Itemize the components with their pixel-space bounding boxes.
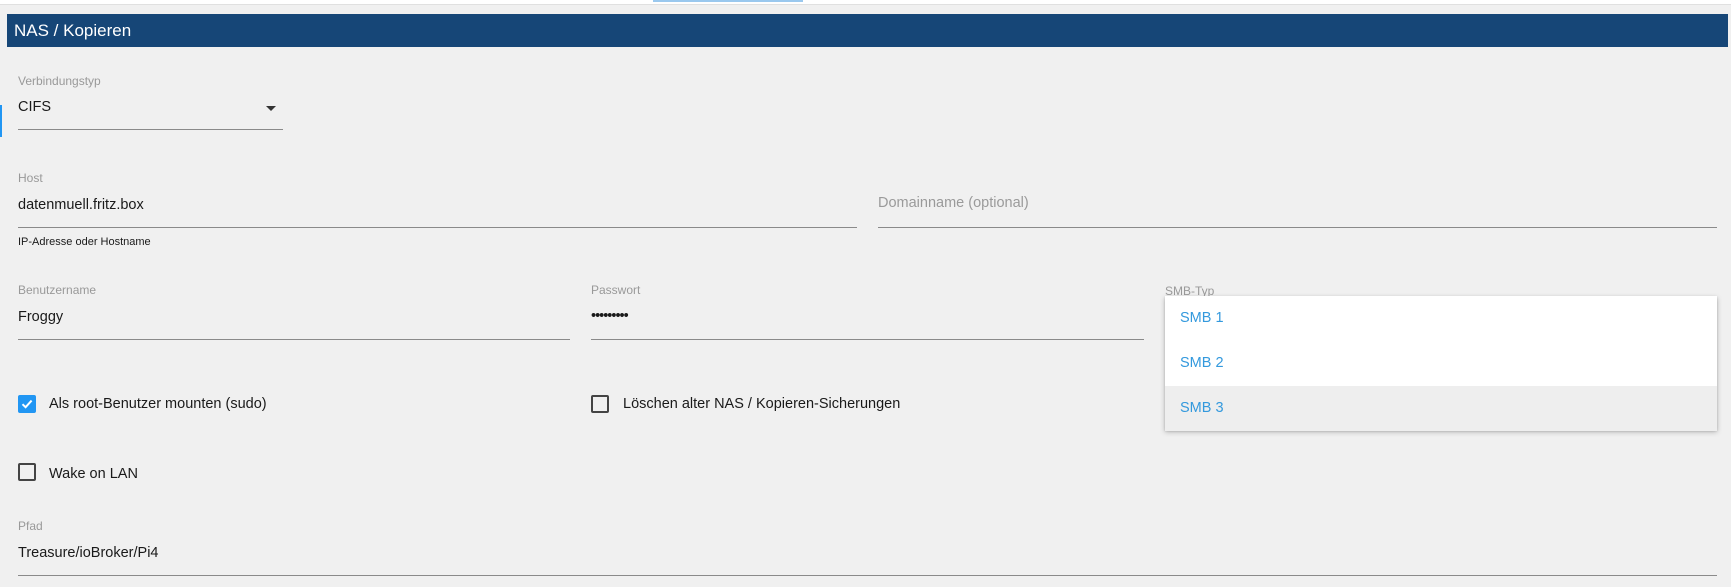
wake-on-lan-label[interactable]: Wake on LAN xyxy=(49,466,138,482)
domain-underline xyxy=(878,227,1717,228)
connection-type-value: CIFS xyxy=(18,99,52,115)
tab-bar xyxy=(0,0,1731,5)
checkmark-icon xyxy=(21,399,33,409)
nas-copy-settings-page: NAS / Kopieren Verbindungstyp CIFS Host … xyxy=(0,0,1731,587)
host-label: Host xyxy=(18,171,43,185)
path-underline xyxy=(18,575,1717,576)
connection-type-label: Verbindungstyp xyxy=(18,74,101,88)
wake-on-lan-checkbox[interactable] xyxy=(18,463,36,481)
host-input[interactable]: datenmuell.fritz.box xyxy=(18,197,144,213)
sudo-checkbox[interactable] xyxy=(18,395,36,413)
sudo-checkbox-label[interactable]: Als root-Benutzer mounten (sudo) xyxy=(49,396,267,412)
smb-type-dropdown-menu: SMB 1 SMB 2 SMB 3 xyxy=(1165,296,1717,431)
username-underline xyxy=(18,339,570,340)
password-field[interactable]: Passwort ••••••••• xyxy=(591,282,1144,340)
username-input[interactable]: Froggy xyxy=(18,309,63,325)
smb-option-3[interactable]: SMB 3 xyxy=(1165,386,1717,431)
smb-option-1[interactable]: SMB 1 xyxy=(1165,296,1717,341)
smb-option-2[interactable]: SMB 2 xyxy=(1165,341,1717,386)
username-field[interactable]: Benutzername Froggy xyxy=(18,282,570,340)
domain-input[interactable]: Domainname (optional) xyxy=(878,195,1029,211)
focus-marker xyxy=(0,105,2,137)
host-underline xyxy=(18,227,857,228)
password-underline xyxy=(591,339,1144,340)
path-input[interactable]: Treasure/ioBroker/Pi4 xyxy=(18,545,159,561)
username-label: Benutzername xyxy=(18,283,97,297)
password-label: Passwort xyxy=(591,283,641,297)
connection-type-select[interactable]: Verbindungstyp CIFS xyxy=(18,72,283,130)
path-label: Pfad xyxy=(18,519,43,533)
active-tab-indicator xyxy=(653,0,803,2)
host-helper-text: IP-Adresse oder Hostname xyxy=(18,236,151,248)
domain-field[interactable]: Domainname (optional) xyxy=(878,170,1717,228)
path-field[interactable]: Pfad Treasure/ioBroker/Pi4 xyxy=(18,518,1717,576)
password-input[interactable]: ••••••••• xyxy=(591,308,629,324)
section-header: NAS / Kopieren xyxy=(7,14,1728,47)
delete-old-backups-checkbox[interactable] xyxy=(591,395,609,413)
delete-old-backups-label[interactable]: Löschen alter NAS / Kopieren-Sicherungen xyxy=(623,396,900,412)
host-field[interactable]: Host datenmuell.fritz.box xyxy=(18,170,857,228)
chevron-down-icon xyxy=(266,106,276,111)
connection-type-underline xyxy=(18,129,283,130)
section-title: NAS / Kopieren xyxy=(14,21,132,40)
